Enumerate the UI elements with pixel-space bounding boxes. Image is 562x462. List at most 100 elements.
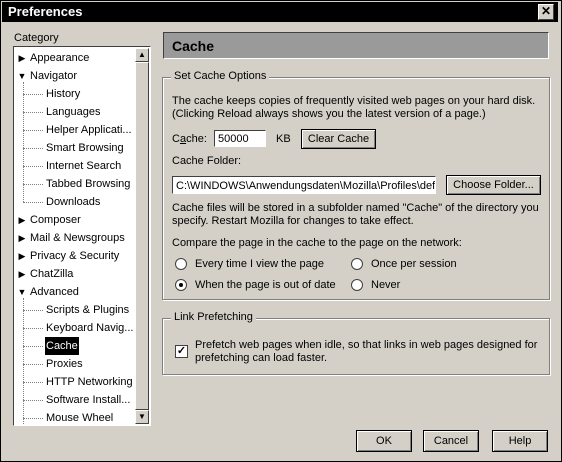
- category-item[interactable]: HTTP Networking: [15, 373, 133, 391]
- cache-description-line1: The cache keeps copies of frequently vis…: [172, 95, 536, 107]
- category-item-label: Keyboard Navig...: [46, 322, 133, 334]
- category-item[interactable]: Smart Browsing: [15, 139, 133, 157]
- cache-folder-note-line1: Cache files will be stored in a subfolde…: [172, 202, 539, 214]
- cache-size-unit: KB: [276, 133, 291, 145]
- category-item[interactable]: Proxies: [15, 355, 133, 373]
- category-item-label: Tabbed Browsing: [46, 178, 131, 190]
- expanded-arrow-icon[interactable]: ▼: [17, 67, 27, 85]
- radio-never-label[interactable]: Never: [371, 279, 400, 291]
- category-item[interactable]: ▶ Mail & Newsgroups: [15, 229, 133, 247]
- radio-once-per-session[interactable]: [351, 258, 363, 270]
- cache-size-input[interactable]: 50000: [214, 130, 266, 147]
- tree-connector: [23, 202, 43, 203]
- category-item[interactable]: Mouse Wheel: [15, 409, 133, 424]
- category-item-label: Appearance: [30, 52, 90, 64]
- window-title: Preferences: [8, 4, 83, 19]
- tree-connector: [23, 382, 43, 383]
- category-item[interactable]: ▶ Privacy & Security: [15, 247, 133, 265]
- prefetch-checkbox[interactable]: ✓: [175, 345, 188, 358]
- clear-cache-button[interactable]: Clear Cache: [301, 129, 376, 149]
- tree-scrollbar[interactable]: ▲ ▼: [135, 48, 149, 424]
- category-item[interactable]: ▶ ChatZilla: [15, 265, 133, 283]
- cache-description-line2: (Clicking Reload always shows you the la…: [172, 108, 486, 120]
- category-item[interactable]: Languages: [15, 103, 133, 121]
- category-item-label: Smart Browsing: [46, 142, 124, 154]
- category-item[interactable]: Internet Search: [15, 157, 133, 175]
- tree-connector: [23, 310, 43, 311]
- radio-out-of-date-label[interactable]: When the page is out of date: [195, 279, 336, 291]
- category-item-label: Advanced: [30, 286, 79, 298]
- choose-folder-button[interactable]: Choose Folder...: [446, 175, 541, 195]
- tree-connector: [23, 130, 43, 131]
- category-item-label: Proxies: [46, 358, 83, 370]
- category-item-label: Helper Applicati...: [46, 124, 132, 136]
- tree-connector: [23, 94, 43, 95]
- compare-label: Compare the page in the cache to the pag…: [172, 237, 462, 249]
- category-item[interactable]: Tabbed Browsing: [15, 175, 133, 193]
- help-button[interactable]: Help: [492, 430, 548, 452]
- category-item[interactable]: Cache: [15, 337, 133, 355]
- radio-never[interactable]: [351, 279, 363, 291]
- category-item[interactable]: Software Install...: [15, 391, 133, 409]
- scroll-down-icon[interactable]: ▼: [135, 410, 149, 424]
- link-prefetching-legend: Link Prefetching: [171, 311, 256, 323]
- tree-connector: [23, 148, 43, 149]
- category-item[interactable]: ▶ Appearance: [15, 49, 133, 67]
- tree-connector: [23, 112, 43, 113]
- link-prefetching-group: Link Prefetching ✓ Prefetch web pages wh…: [162, 311, 550, 375]
- tree-connector: [23, 346, 43, 347]
- preferences-window: Preferences ✕ Category ▶ Appearance ▼ Navig…: [0, 0, 562, 462]
- tree-guide-line: [23, 82, 24, 202]
- radio-out-of-date[interactable]: [175, 279, 187, 291]
- scroll-thumb[interactable]: [135, 62, 149, 410]
- category-label: Category: [14, 32, 59, 44]
- scroll-up-icon[interactable]: ▲: [135, 48, 149, 62]
- panel-title: Cache: [172, 38, 215, 54]
- close-icon[interactable]: ✕: [538, 4, 554, 20]
- set-cache-options-group: Set Cache Options The cache keeps copies…: [162, 70, 550, 300]
- checkmark-icon: ✓: [176, 345, 187, 357]
- radio-once-per-session-label[interactable]: Once per session: [371, 258, 457, 270]
- category-item[interactable]: Keyboard Navig...: [15, 319, 133, 337]
- cache-size-label: Cache:: [172, 133, 207, 145]
- category-item[interactable]: Downloads: [15, 193, 133, 211]
- radio-every-time[interactable]: [175, 258, 187, 270]
- tree-connector: [23, 418, 43, 419]
- title-bar[interactable]: Preferences ✕: [2, 2, 558, 22]
- category-item-label: Languages: [46, 106, 101, 118]
- prefetch-label-line2[interactable]: prefetching can load faster.: [195, 352, 327, 364]
- cancel-button[interactable]: Cancel: [423, 430, 479, 452]
- category-item[interactable]: Helper Applicati...: [15, 121, 133, 139]
- category-item-label: Downloads: [46, 196, 101, 208]
- prefetch-label-line1[interactable]: Prefetch web pages when idle, so that li…: [195, 339, 537, 351]
- collapsed-arrow-icon[interactable]: ▶: [17, 49, 27, 67]
- category-item[interactable]: Scripts & Plugins: [15, 301, 133, 319]
- expanded-arrow-icon[interactable]: ▼: [17, 283, 27, 301]
- category-item-label: ChatZilla: [30, 268, 74, 280]
- category-item-label: Mail & Newsgroups: [30, 232, 125, 244]
- category-item-label: Composer: [30, 214, 81, 226]
- category-item-label: Navigator: [30, 70, 78, 82]
- radio-every-time-label[interactable]: Every time I view the page: [195, 258, 324, 270]
- category-item-label: Cache: [45, 337, 79, 355]
- category-item[interactable]: ▼ Navigator: [15, 67, 133, 85]
- collapsed-arrow-icon[interactable]: ▶: [17, 247, 27, 265]
- tree-connector: [23, 364, 43, 365]
- tree-guide-line: [23, 298, 24, 424]
- tree-connector: [23, 328, 43, 329]
- category-tree-list: ▶ Appearance ▼ Navigator History Languages Hel…: [15, 48, 133, 424]
- category-item-label: History: [46, 88, 81, 100]
- collapsed-arrow-icon[interactable]: ▶: [17, 265, 27, 283]
- category-item[interactable]: ▶ Composer: [15, 211, 133, 229]
- collapsed-arrow-icon[interactable]: ▶: [17, 229, 27, 247]
- category-item[interactable]: ▼ Advanced: [15, 283, 133, 301]
- category-item-label: HTTP Networking: [46, 376, 133, 388]
- cache-folder-input[interactable]: C:\WINDOWS\Anwendungsdaten\Mozilla\Profi…: [172, 176, 436, 194]
- tree-connector: [23, 184, 43, 185]
- tree-connector: [23, 400, 43, 401]
- ok-button[interactable]: OK: [356, 430, 412, 452]
- category-tree[interactable]: ▶ Appearance ▼ Navigator History Languages Hel…: [13, 46, 151, 426]
- category-item[interactable]: History: [15, 85, 133, 103]
- tree-connector: [23, 166, 43, 167]
- collapsed-arrow-icon[interactable]: ▶: [17, 211, 27, 229]
